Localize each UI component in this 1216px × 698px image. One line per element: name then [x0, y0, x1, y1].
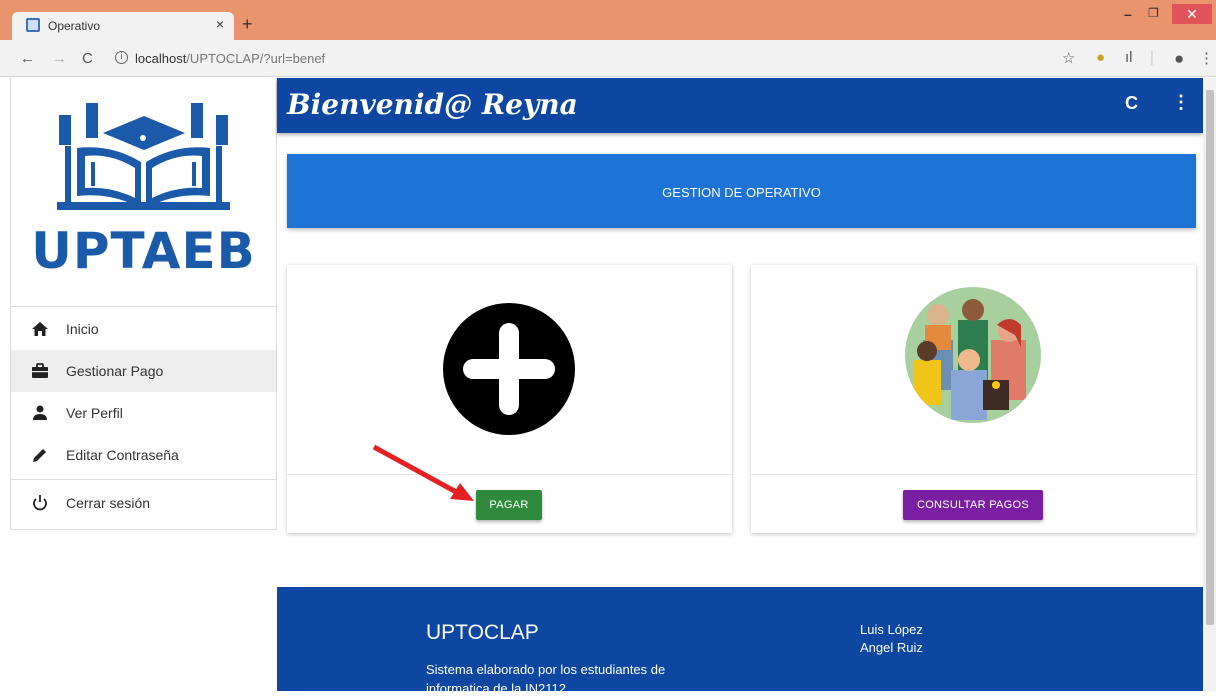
- reload-icon[interactable]: C: [82, 50, 93, 67]
- forward-icon[interactable]: →: [52, 50, 67, 67]
- browser-tab[interactable]: Operativo ×: [12, 12, 234, 40]
- logo-text: UPTAEB: [31, 222, 256, 280]
- red-arrow-annotation: [372, 444, 474, 501]
- pencil-icon: [33, 449, 46, 462]
- url-field[interactable]: localhost/UPTOCLAP/?url=benef: [135, 51, 325, 66]
- section-title: GESTION DE OPERATIVO: [662, 185, 821, 200]
- card-divider: [287, 474, 732, 475]
- sidebar-item-cerrar-sesion[interactable]: Cerrar sesión: [11, 482, 276, 524]
- footer: UPTOCLAP Sistema elaborado por los estud…: [277, 587, 1203, 696]
- sidebar-item-editar-contrasena[interactable]: Editar Contraseña: [11, 434, 276, 476]
- sidebar-item-label: Gestionar Pago: [66, 363, 164, 379]
- footer-authors: Luis López Angel Ruiz: [860, 621, 923, 657]
- card-divider: [751, 474, 1196, 475]
- sidebar-item-label: Editar Contraseña: [66, 447, 179, 463]
- pay-button[interactable]: PAGAR: [476, 490, 542, 520]
- app-topbar: Bienvenid@ Reyna C ⋮: [277, 78, 1203, 133]
- address-bar: ← → C i localhost/UPTOCLAP/?url=benef ☆ …: [0, 40, 1216, 77]
- extension-icon[interactable]: ıl: [1125, 49, 1133, 66]
- power-icon: [33, 495, 47, 511]
- cookie-extension-icon[interactable]: ●: [1096, 49, 1105, 66]
- author-name: Angel Ruiz: [860, 640, 923, 655]
- scrollbar[interactable]: [1203, 78, 1216, 691]
- consult-payments-button[interactable]: CONSULTAR PAGOS: [903, 490, 1043, 520]
- bookmark-star-icon[interactable]: ☆: [1062, 49, 1075, 67]
- pay-card: PAGAR: [287, 265, 732, 533]
- sidebar-item-inicio[interactable]: Inicio: [11, 308, 276, 350]
- more-options-icon[interactable]: ⋮: [1172, 92, 1190, 113]
- page-favicon-icon: [26, 18, 40, 32]
- sidebar-item-label: Ver Perfil: [66, 405, 123, 421]
- profile-icon[interactable]: ●: [1174, 49, 1184, 69]
- restore-icon[interactable]: ❐: [1148, 6, 1159, 20]
- menu-divider: [11, 479, 276, 480]
- tab-title: Operativo: [48, 19, 101, 33]
- welcome-title: Bienvenid@ Reyna: [287, 88, 578, 121]
- section-header: GESTION DE OPERATIVO: [287, 154, 1196, 228]
- close-tab-icon[interactable]: ×: [216, 16, 224, 32]
- toolbar-divider: |: [1150, 49, 1154, 66]
- sidebar-menu: Inicio Gestionar Pago Ver Perfil Editar …: [11, 308, 276, 524]
- url-path: /UPTOCLAP/?url=benef: [186, 51, 326, 66]
- footer-description: Sistema elaborado por los estudiantes de…: [426, 662, 666, 696]
- browser-titlebar: Operativo × + – ❐ ✕: [0, 0, 1216, 40]
- refresh-icon[interactable]: C: [1125, 93, 1138, 114]
- person-icon: [33, 405, 47, 420]
- author-name: Luis López: [860, 622, 923, 637]
- add-circle-icon: [443, 303, 575, 435]
- sidebar-item-ver-perfil[interactable]: Ver Perfil: [11, 392, 276, 434]
- url-host: localhost: [135, 51, 187, 66]
- browser-menu-icon[interactable]: ⋮: [1199, 49, 1214, 67]
- sidebar-item-label: Cerrar sesión: [66, 495, 151, 511]
- logo-emblem-icon: [57, 103, 230, 210]
- sidebar-item-label: Inicio: [66, 321, 99, 337]
- uptaeb-logo: UPTAEB: [11, 78, 276, 307]
- minimize-icon[interactable]: –: [1124, 6, 1132, 22]
- consult-payments-card: CONSULTAR PAGOS: [751, 265, 1196, 533]
- briefcase-icon: [32, 363, 48, 378]
- footer-title: UPTOCLAP: [426, 621, 539, 644]
- new-tab-icon[interactable]: +: [242, 14, 253, 35]
- window-close-icon[interactable]: ✕: [1172, 4, 1212, 24]
- sidebar: UPTAEB Inicio Gestionar Pago Ver Perfil …: [10, 78, 277, 530]
- back-icon[interactable]: ←: [20, 50, 35, 67]
- people-group-icon: [905, 287, 1041, 423]
- scrollbar-thumb[interactable]: [1206, 90, 1214, 625]
- site-info-icon[interactable]: i: [115, 51, 128, 64]
- sidebar-item-gestionar-pago[interactable]: Gestionar Pago: [11, 350, 276, 392]
- home-icon: [32, 322, 48, 336]
